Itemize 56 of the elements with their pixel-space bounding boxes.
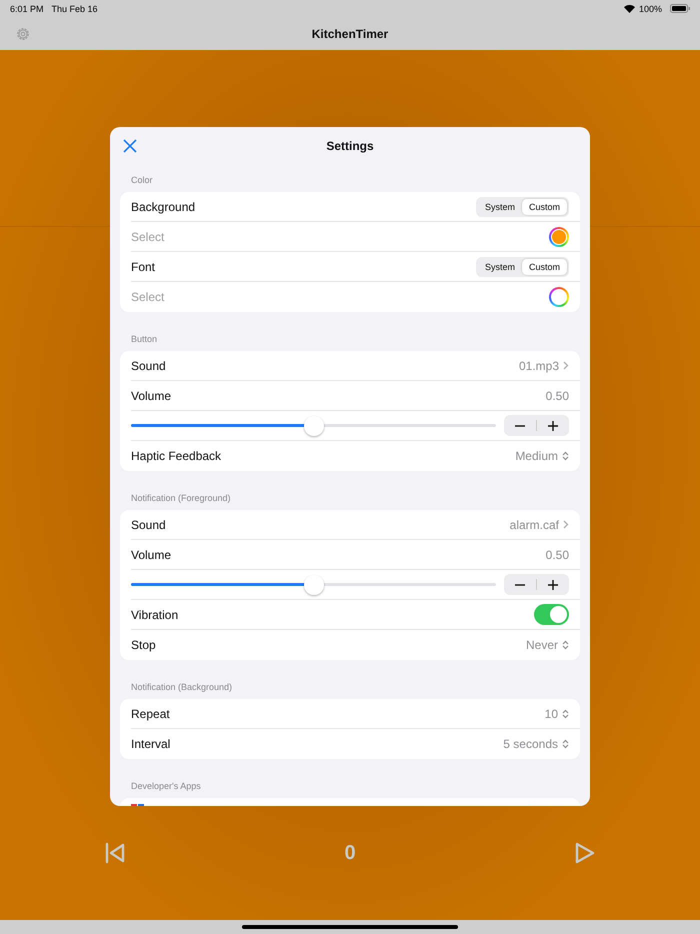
segment-option[interactable]: System (478, 198, 522, 214)
slider-track[interactable] (131, 574, 496, 596)
up-down-chevron-icon (562, 708, 569, 718)
row-label: Stop (131, 638, 156, 652)
plus-icon (548, 580, 558, 590)
play-icon[interactable] (574, 842, 596, 864)
up-down-chevron-icon (562, 451, 569, 461)
slider-thumb[interactable] (304, 416, 324, 436)
row-label: Sound (131, 358, 166, 372)
segment-option[interactable]: Custom (522, 198, 567, 214)
status-time: 6:01 PM (10, 4, 44, 14)
section-header: Button (130, 333, 158, 346)
row-label: Sound (131, 518, 166, 532)
row-label: Volume (131, 548, 172, 562)
segmented-control[interactable]: System Custom (476, 256, 569, 276)
section-header: Notification (Foreground) (130, 492, 232, 505)
up-down-chevron-icon (562, 739, 569, 749)
row-label: Font (131, 260, 156, 274)
skip-back-icon[interactable] (104, 842, 126, 864)
wifi-icon (624, 4, 635, 12)
up-down-chevron-icon (562, 640, 569, 650)
row-label: Repeat (131, 706, 170, 720)
status-date: Thu Feb 16 (52, 4, 98, 14)
app-title: KitchenTimer (312, 26, 388, 40)
section-header: Color (130, 174, 154, 187)
minus-icon (515, 424, 525, 426)
chevron-icon (563, 520, 569, 529)
row-value: 01.mp3 (518, 358, 559, 372)
row-value: 0.50 (546, 548, 569, 562)
minus-icon (515, 584, 525, 586)
link-row[interactable]: Sound 01.mp3 (131, 351, 580, 381)
row-label: Haptic Feedback (131, 449, 222, 463)
sheet-title: Settings (326, 139, 374, 153)
section-header: Notification (Background) (130, 681, 234, 694)
counter: 0 (344, 842, 356, 865)
row-label: Vibration (131, 608, 178, 622)
row-value: 0.50 (546, 388, 569, 402)
battery-icon (670, 4, 690, 13)
section-header: Developer's Apps (130, 780, 202, 793)
chevron-icon (563, 361, 569, 370)
segmented-control[interactable]: System Custom (476, 196, 569, 216)
close-button[interactable] (122, 138, 138, 154)
plus-icon (548, 420, 558, 430)
segment-option[interactable]: System (478, 258, 522, 274)
battery-percent: 100% (638, 4, 662, 14)
link-row[interactable]: Sound alarm.caf (131, 510, 580, 540)
segment-option[interactable]: Custom (522, 258, 567, 274)
row-label: Interval (131, 737, 170, 751)
row-label: Background (131, 200, 196, 214)
slider-thumb[interactable] (304, 574, 324, 594)
row-value: alarm.caf (510, 518, 559, 532)
toggle-switch[interactable] (534, 604, 569, 625)
slider-track[interactable] (131, 414, 496, 436)
color-well[interactable] (549, 287, 569, 307)
settings-icon[interactable] (15, 26, 31, 42)
row-label: Volume (131, 388, 172, 402)
